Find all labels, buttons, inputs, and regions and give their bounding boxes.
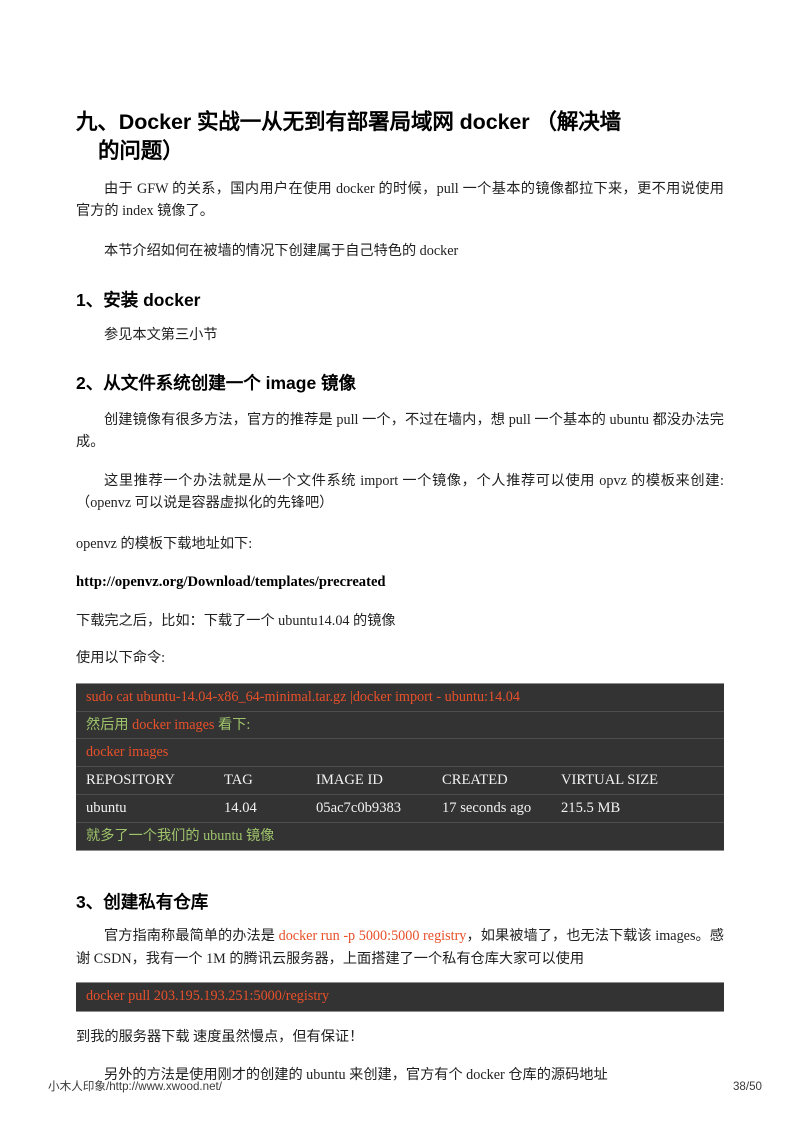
code-result-prefix: 就多了一个我们的	[86, 828, 204, 845]
page-title-line2: 的问题）	[98, 138, 184, 163]
footer-page-number: 38/50	[732, 1080, 762, 1093]
section-3-paragraph-2: 到我的服务器下载 速度虽然慢点，但有保证！	[76, 1028, 364, 1045]
terminal-code-block: sudo cat ubuntu-14.04-x86_64-minimal.tar…	[76, 682, 724, 851]
docker-pull-command-text: docker pull 203.195.193.251:5000/registr…	[86, 988, 330, 1005]
table-header-virtual-size: VIRTUAL SIZE	[561, 771, 659, 788]
code-result-command: ubuntu	[203, 828, 243, 845]
openvz-template-link[interactable]: http://openvz.org/Download/templates/pre…	[76, 571, 724, 594]
document-page: 九、Docker 实战一从无到有部署局域网 docker （解决墙 的问题） 由…	[0, 0, 800, 1132]
table-header-image-id: IMAGE ID	[316, 771, 383, 788]
section-1-heading: 1、安装 docker	[76, 289, 201, 310]
section-3-paragraph-1: 官方指南称最简单的办法是 docker run -p 5000:5000 reg…	[76, 925, 724, 970]
section-3-heading: 3、创建私有仓库	[76, 891, 209, 912]
docker-pull-command-block: docker pull 203.195.193.251:5000/registr…	[76, 982, 724, 1012]
intro-paragraph-2: 本节介绍如何在被墙的情况下创建属于自己特色的 docker	[104, 243, 459, 260]
table-cell-virtual-size: 215.5 MB	[561, 799, 621, 816]
table-header-tag: TAG	[224, 771, 253, 788]
code-line-note-result: 就多了一个我们的 ubuntu 镜像	[76, 823, 724, 850]
code-result-suffix: 镜像	[242, 828, 275, 845]
images-table-row: ubuntu 14.04 05ac7c0b9383 17 seconds ago 215…	[76, 795, 724, 824]
page-title: 九、Docker 实战一从无到有部署局域网 docker （解决墙 的问题）	[76, 108, 724, 166]
code-note-command: docker images	[132, 716, 215, 733]
code-note-prefix: 然后用	[86, 716, 133, 733]
document-content: 九、Docker 实战一从无到有部署局域网 docker （解决墙 的问题） 由…	[76, 108, 724, 1086]
section-2-heading: 2、从文件系统创建一个 image 镜像	[76, 373, 357, 394]
page-footer: 小木人印象/http://www.xwood.net/ 38/50	[48, 1078, 762, 1094]
section-2-paragraph-1: 创建镜像有很多方法，官方的推荐是 pull 一个，不过在墙内，想 pull 一个…	[76, 411, 724, 451]
section-2-paragraph-5: 使用以下命令:	[76, 649, 166, 666]
table-cell-image-id: 05ac7c0b9383	[316, 799, 402, 816]
code-line-import: sudo cat ubuntu-14.04-x86_64-minimal.tar…	[76, 684, 724, 712]
code-line-docker-images-text: docker images	[86, 744, 169, 761]
intro-paragraph: 由于 GFW 的关系，国内用户在使用 docker 的时候，pull 一个基本的…	[76, 180, 724, 220]
images-table-header-row: REPOSITORY TAG IMAGE ID CREATED VIRTUAL SIZE	[76, 767, 724, 795]
section-1-body: 参见本文第三小节	[104, 326, 218, 343]
code-note-suffix: 看下:	[214, 716, 251, 733]
section-2-paragraph-4: 下载完之后，比如：下载了一个 ubuntu14.04 的镜像	[76, 613, 396, 630]
table-header-created: CREATED	[442, 771, 508, 788]
section-3-para1-prefix: 官方指南称最简单的办法是	[104, 928, 279, 945]
section-2-paragraph-2: 这里推荐一个办法就是从一个文件系统 import 一个镜像，个人推荐可以使用 o…	[76, 472, 724, 512]
code-line-import-text: sudo cat ubuntu-14.04-x86_64-minimal.tar…	[86, 688, 520, 705]
table-cell-created: 17 seconds ago	[442, 799, 532, 816]
page-title-line1: 九、Docker 实战一从无到有部署局域网 docker （解决墙	[76, 110, 622, 134]
section-2-paragraph-3: openvz 的模板下载地址如下:	[76, 535, 253, 552]
code-line-docker-images: docker images	[76, 739, 724, 767]
footer-site-link[interactable]: 小木人印象/http://www.xwood.net/	[48, 1078, 222, 1094]
table-cell-repository: ubuntu	[86, 799, 127, 816]
code-line-note-images: 然后用 docker images 看下:	[76, 712, 724, 740]
table-cell-tag: 14.04	[224, 799, 257, 816]
table-header-repository: REPOSITORY	[86, 771, 175, 788]
section-3-inline-command: docker run -p 5000:5000 registry	[278, 928, 467, 945]
